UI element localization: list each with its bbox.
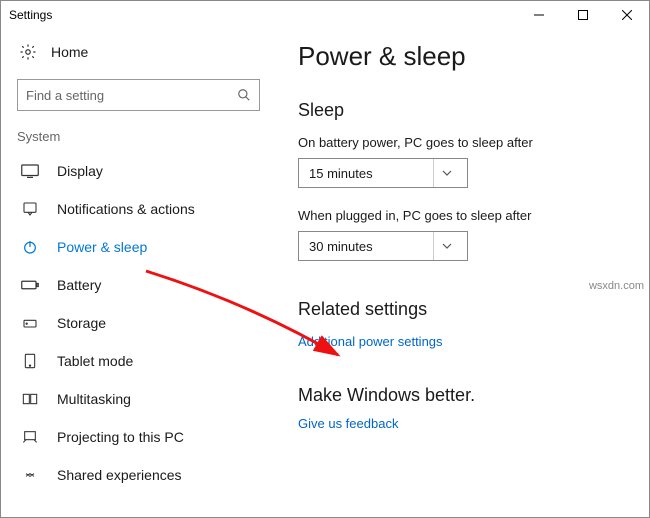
notifications-icon xyxy=(21,200,39,218)
section-label: System xyxy=(17,129,260,144)
battery-sleep-select[interactable]: 15 minutes xyxy=(298,158,468,188)
maximize-button[interactable] xyxy=(561,1,605,29)
sidebar-item-shared-experiences[interactable]: Shared experiences xyxy=(13,456,264,494)
sidebar-item-storage[interactable]: Storage xyxy=(13,304,264,342)
battery-sleep-value: 15 minutes xyxy=(309,166,373,181)
plugged-sleep-select[interactable]: 30 minutes xyxy=(298,231,468,261)
close-button[interactable] xyxy=(605,1,649,29)
page-title: Power & sleep xyxy=(298,41,627,72)
feedback-link[interactable]: Give us feedback xyxy=(298,416,627,431)
sleep-heading: Sleep xyxy=(298,100,627,121)
watermark: wsxdn.com xyxy=(589,280,644,292)
tablet-icon xyxy=(21,352,39,370)
search-input[interactable] xyxy=(26,88,237,103)
feedback-heading: Make Windows better. xyxy=(298,385,627,406)
chevron-down-icon xyxy=(433,232,459,260)
sidebar-item-projecting[interactable]: Projecting to this PC xyxy=(13,418,264,456)
sidebar: Home System Display Notifications & xyxy=(1,29,276,517)
plugged-sleep-label: When plugged in, PC goes to sleep after xyxy=(298,208,627,223)
power-icon xyxy=(21,238,39,256)
content-area: Home System Display Notifications & xyxy=(1,29,649,517)
home-label: Home xyxy=(51,44,88,60)
window-title: Settings xyxy=(9,8,52,22)
window-controls xyxy=(517,1,649,29)
display-icon xyxy=(21,162,39,180)
search-icon xyxy=(237,88,251,102)
battery-icon xyxy=(21,276,39,294)
shared-icon xyxy=(21,466,39,484)
titlebar: Settings xyxy=(1,1,649,29)
sidebar-item-multitasking[interactable]: Multitasking xyxy=(13,380,264,418)
projecting-icon xyxy=(21,428,39,446)
sidebar-item-label: Projecting to this PC xyxy=(57,429,184,445)
settings-window: Settings Home xyxy=(0,0,650,518)
related-section: Related settings Additional power settin… xyxy=(298,299,627,349)
additional-power-settings-link[interactable]: Additional power settings xyxy=(298,334,627,349)
sidebar-item-label: Multitasking xyxy=(57,391,131,407)
sidebar-item-label: Power & sleep xyxy=(57,239,147,255)
sidebar-item-label: Display xyxy=(57,163,103,179)
sidebar-item-battery[interactable]: Battery xyxy=(13,266,264,304)
sidebar-item-notifications[interactable]: Notifications & actions xyxy=(13,190,264,228)
minimize-button[interactable] xyxy=(517,1,561,29)
gear-icon xyxy=(19,43,37,61)
plugged-sleep-value: 30 minutes xyxy=(309,239,373,254)
sidebar-item-tablet-mode[interactable]: Tablet mode xyxy=(13,342,264,380)
sidebar-item-power-sleep[interactable]: Power & sleep xyxy=(13,228,264,266)
feedback-section: Make Windows better. Give us feedback xyxy=(298,385,627,431)
main-panel: Power & sleep Sleep On battery power, PC… xyxy=(276,29,649,517)
multitasking-icon xyxy=(21,390,39,408)
sidebar-item-label: Shared experiences xyxy=(57,467,182,483)
sidebar-item-label: Storage xyxy=(57,315,106,331)
chevron-down-icon xyxy=(433,159,459,187)
battery-sleep-label: On battery power, PC goes to sleep after xyxy=(298,135,627,150)
home-button[interactable]: Home xyxy=(13,35,264,69)
search-box[interactable] xyxy=(17,79,260,111)
related-heading: Related settings xyxy=(298,299,627,320)
sidebar-item-label: Battery xyxy=(57,277,101,293)
storage-icon xyxy=(21,314,39,332)
sidebar-item-display[interactable]: Display xyxy=(13,152,264,190)
sidebar-item-label: Notifications & actions xyxy=(57,201,195,217)
sidebar-item-label: Tablet mode xyxy=(57,353,133,369)
